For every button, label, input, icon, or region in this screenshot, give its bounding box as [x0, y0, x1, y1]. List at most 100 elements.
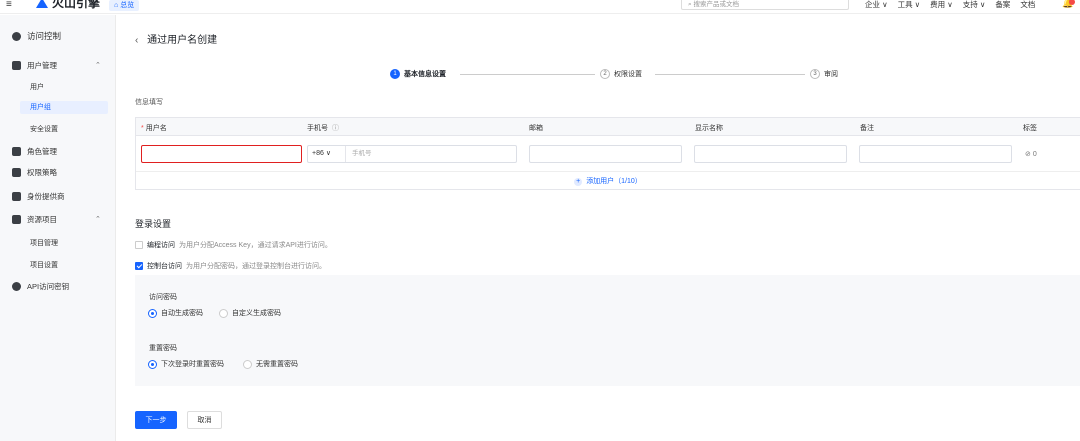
sidebar-label: API访问密钥: [27, 282, 70, 291]
password-settings-panel: 访问密码 自动生成密码 自定义生成密码 重置密码 下次登录时重置密码 无需重置密…: [135, 275, 1080, 386]
back-icon[interactable]: ‹: [135, 35, 138, 46]
bell-icon[interactable]: 🔔: [1062, 0, 1075, 9]
access-control-icon: [12, 31, 21, 41]
radio-no-reset[interactable]: 无需重置密码: [243, 359, 298, 369]
nav-tools[interactable]: 工具 ∨: [898, 0, 921, 9]
radio-dot: [219, 308, 228, 318]
user-info-table: * 用户名 手机号 ⓘ 邮箱 显示名称 备注 标签 +86 ∨ 手机号 ⊘ 0 + 添…: [135, 117, 1080, 190]
option-desc: 为用户分配密码，通过登录控制台进行访问。: [186, 263, 326, 270]
sidebar-item-security[interactable]: 安全设置: [30, 124, 58, 134]
col-tags: 标签: [1023, 125, 1037, 132]
policy-icon: [12, 168, 21, 177]
volcano-logo-icon: [36, 0, 48, 8]
next-button[interactable]: 下一步: [135, 411, 177, 429]
sidebar-item-api-keys[interactable]: API访问密钥: [12, 281, 69, 292]
idp-icon: [12, 192, 21, 201]
tag-count: 0: [1032, 151, 1037, 158]
sidebar-item-user[interactable]: 用户: [30, 82, 44, 92]
option-name: 编程访问: [147, 242, 175, 249]
radio-reset-next-login[interactable]: 下次登录时重置密码: [148, 359, 224, 369]
col-label: 手机号: [307, 125, 328, 132]
user-mgmt-icon: [12, 61, 21, 70]
programmatic-access-checkbox[interactable]: [135, 241, 143, 249]
sidebar-item-policy[interactable]: 权限策略: [12, 167, 57, 178]
search-input[interactable]: ⌕ 搜索产品或文档: [681, 0, 849, 10]
sidebar-item-role-mgmt[interactable]: 角色管理: [12, 146, 57, 157]
nav-filing[interactable]: 备案: [995, 0, 1010, 9]
console-access-option[interactable]: 控制台访问 为用户分配密码，通过登录控制台进行访问。: [135, 261, 326, 271]
sidebar-item-user-group[interactable]: 用户组: [20, 101, 108, 114]
chevron-up-icon[interactable]: ⌃: [95, 215, 101, 223]
chevron-up-icon[interactable]: ⌃: [95, 61, 101, 69]
brand-name: 火山引擎: [52, 0, 101, 10]
sidebar-item-project-mgmt[interactable]: 项目管理: [30, 238, 58, 248]
sidebar-item-resource-project[interactable]: 资源项目: [12, 214, 57, 225]
sidebar-label: 角色管理: [27, 147, 57, 156]
step-label: 基本信息设置: [404, 71, 446, 78]
sidebar-label: 身份提供商: [27, 192, 65, 201]
notification-dot: [1069, 0, 1075, 5]
programmatic-access-option[interactable]: 编程访问 为用户分配Access Key，通过请求API进行访问。: [135, 240, 332, 250]
tag-icon[interactable]: ⊘ 0: [1025, 150, 1037, 158]
radio-label: 下次登录时重置密码: [161, 361, 224, 368]
step-label: 审阅: [824, 71, 838, 78]
radio-dot: [243, 359, 252, 369]
radio-auto-password[interactable]: 自动生成密码: [148, 308, 203, 318]
top-bar: ≡ 火山引擎 ⌂ 总览 ⌕ 搜索产品或文档 企业 ∨ 工具 ∨ 费用 ∨ 支持 …: [0, 0, 1080, 14]
nav-support[interactable]: 支持 ∨: [963, 0, 986, 9]
radio-label: 自定义生成密码: [232, 310, 281, 317]
table-header: * 用户名 手机号 ⓘ 邮箱 显示名称 备注 标签: [136, 118, 1080, 136]
phone-placeholder: 手机号: [352, 150, 372, 157]
step-number: 2: [600, 69, 610, 79]
overview-label: 总览: [120, 2, 135, 9]
radio-label: 无需重置密码: [256, 361, 298, 368]
step-label: 权限设置: [614, 71, 642, 78]
section-info-label: 信息填写: [135, 99, 163, 106]
sidebar-item-user-mgmt[interactable]: 用户管理: [12, 60, 57, 71]
overview-button[interactable]: ⌂ 总览: [109, 0, 140, 11]
col-note: 备注: [860, 125, 874, 132]
radio-custom-password[interactable]: 自定义生成密码: [219, 308, 281, 318]
step-review: 3 审阅: [810, 69, 838, 79]
info-icon[interactable]: ⓘ: [332, 125, 339, 132]
col-email: 邮箱: [529, 125, 543, 132]
resource-project-icon: [12, 215, 21, 224]
username-input[interactable]: [141, 145, 302, 163]
phone-field[interactable]: +86 ∨ 手机号: [307, 145, 517, 163]
reset-password-label: 重置密码: [149, 345, 177, 352]
required-mark: *: [141, 125, 144, 132]
nav-docs[interactable]: 文档: [1020, 0, 1035, 9]
brand-logo[interactable]: 火山引擎: [36, 0, 100, 9]
cancel-button[interactable]: 取消: [187, 411, 222, 429]
col-username: * 用户名: [141, 123, 167, 133]
nav-enterprise[interactable]: 企业 ∨: [865, 0, 888, 9]
col-phone: 手机号 ⓘ: [307, 123, 339, 133]
country-code-select[interactable]: +86 ∨: [308, 146, 346, 162]
nav-billing[interactable]: 费用 ∨: [930, 0, 953, 9]
sidebar: 访问控制 用户管理 ⌃ 用户 用户组 安全设置 角色管理 权限策略 身份提供商 …: [0, 15, 116, 441]
step-connector: [655, 74, 805, 75]
step-number: 3: [810, 69, 820, 79]
sidebar-label: 用户管理: [27, 61, 57, 70]
email-input[interactable]: [529, 145, 682, 163]
radio-dot: [148, 359, 157, 369]
note-input[interactable]: [859, 145, 1012, 163]
plus-icon: +: [574, 178, 583, 186]
api-key-icon: [12, 282, 21, 291]
sidebar-item-idp[interactable]: 身份提供商: [12, 191, 65, 202]
sidebar-label: 权限策略: [27, 168, 57, 177]
sidebar-item-access-control[interactable]: 访问控制: [12, 30, 61, 42]
add-user-label: 添加用户（1/10）: [586, 178, 642, 185]
console-access-checkbox[interactable]: [135, 262, 143, 270]
display-name-input[interactable]: [694, 145, 847, 163]
radio-dot: [148, 308, 157, 318]
sidebar-label: 访问控制: [27, 31, 62, 41]
option-name: 控制台访问: [147, 263, 182, 270]
add-user-button[interactable]: + 添加用户（1/10）: [136, 171, 1080, 191]
menu-icon[interactable]: ≡: [6, 0, 12, 10]
option-desc: 为用户分配Access Key，通过请求API进行访问。: [179, 242, 332, 249]
step-basic-info: 1 基本信息设置: [390, 69, 446, 79]
col-label: 用户名: [145, 125, 167, 132]
login-settings-title: 登录设置: [135, 219, 172, 229]
sidebar-item-project-settings[interactable]: 项目设置: [30, 260, 58, 270]
